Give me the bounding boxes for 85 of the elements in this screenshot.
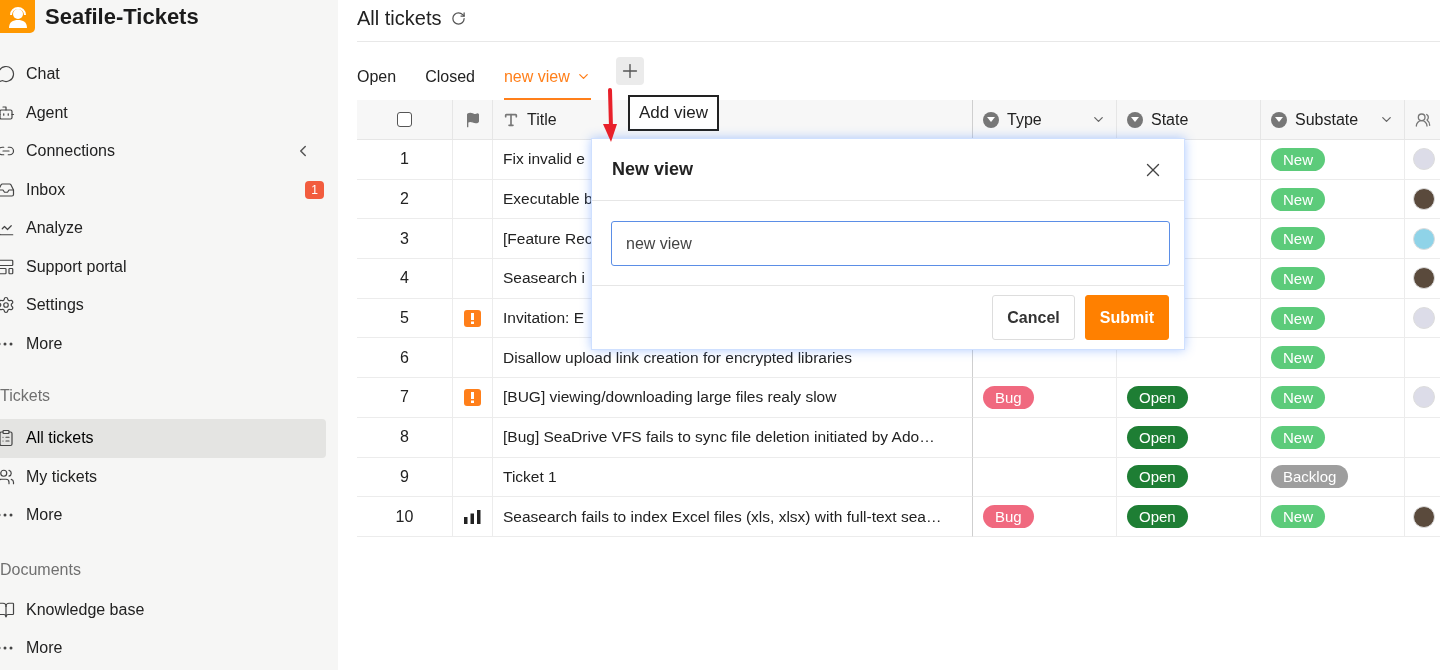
sidebar-item[interactable]: More — [0, 629, 326, 668]
column-header[interactable] — [453, 100, 493, 140]
status-tag: New — [1271, 505, 1325, 529]
arrow-annotation — [602, 88, 618, 142]
sidebar-item[interactable]: Agent — [0, 93, 326, 132]
row-number: 1 — [357, 140, 453, 180]
select-all-checkbox[interactable] — [397, 112, 412, 127]
column-header[interactable]: Type — [973, 100, 1117, 140]
status-tag: Open — [1127, 385, 1188, 409]
view-tab[interactable]: Closed — [425, 55, 475, 100]
sidebar-item[interactable]: All tickets — [0, 419, 326, 458]
app-title: Seafile-Tickets — [45, 3, 199, 30]
add-view-button[interactable] — [615, 57, 644, 85]
sidebar-item[interactable]: Knowledge base — [0, 590, 326, 629]
clipboard-icon — [0, 429, 15, 448]
status-tag: Bug — [983, 505, 1034, 529]
status-tag: Backlog — [1271, 465, 1349, 489]
row-number: 5 — [357, 298, 453, 339]
sidebar-item[interactable]: Connections — [0, 132, 326, 171]
sidebar-item[interactable]: Analyze — [0, 209, 326, 248]
ticket-title[interactable]: Fix invalid e — [503, 150, 585, 169]
exclamation-icon — [464, 309, 481, 327]
sidebar-item[interactable]: Inbox 1 — [0, 170, 326, 209]
cancel-button[interactable]: Cancel — [992, 295, 1075, 340]
row-number: 4 — [357, 259, 453, 299]
ticket-title[interactable]: Seasearch i — [503, 269, 585, 288]
status-tag: New — [1271, 306, 1325, 330]
status-tag: Open — [1127, 425, 1188, 449]
table-cell — [453, 140, 493, 180]
section-title: Documents — [0, 559, 82, 580]
row-number: 6 — [357, 338, 453, 379]
column-header[interactable]: Substate — [1261, 100, 1405, 140]
count-badge: 1 — [305, 180, 324, 199]
robot-icon — [0, 103, 15, 122]
window-icon — [0, 257, 15, 276]
sidebar-item[interactable]: More — [0, 324, 326, 363]
ticket-title[interactable]: Invitation: E — [503, 309, 584, 328]
ticket-title[interactable]: Seasearch fails to index Excel files (xls, xlsx) with full-text sea… — [503, 507, 942, 526]
page-title: All tickets — [357, 7, 442, 30]
select-type-icon — [1271, 111, 1287, 128]
row-number: 2 — [357, 179, 453, 220]
status-tag: New — [1271, 227, 1325, 251]
select-type-icon — [1127, 111, 1143, 128]
status-tag: Open — [1127, 505, 1188, 529]
tooltip: Add view — [628, 95, 719, 131]
view-tab[interactable]: Open — [357, 55, 397, 100]
sidebar-item[interactable]: Chat — [0, 55, 326, 94]
book-icon — [0, 600, 15, 619]
ticket-title[interactable]: Ticket 1 — [503, 467, 557, 486]
ticket-title[interactable]: [Bug] SeaDrive VFS fails to sync file deletion initiated by Ado… — [503, 428, 935, 447]
status-tag: New — [1271, 147, 1325, 171]
text-type-icon — [503, 111, 519, 128]
status-tag: New — [1271, 346, 1325, 370]
settings-icon — [0, 296, 15, 315]
row-number: 3 — [357, 219, 453, 260]
sidebar-item[interactable]: More — [0, 496, 326, 535]
section-title: Tickets — [0, 386, 52, 406]
column-header[interactable]: State — [1117, 100, 1261, 140]
sidebar-item[interactable]: Support portal — [0, 247, 326, 286]
ticket-title[interactable]: [BUG] viewing/downloading large files realy slow — [503, 388, 837, 407]
status-tag: Bug — [983, 385, 1034, 409]
row-number: 10 — [357, 497, 453, 537]
row-number: 7 — [357, 378, 453, 418]
flag-icon — [464, 111, 481, 128]
status-tag: New — [1271, 266, 1325, 290]
refresh-icon[interactable] — [451, 11, 467, 26]
ticket-title[interactable]: Disallow upload link creation for encrypted libraries — [503, 348, 852, 367]
sidebar-item[interactable]: My tickets — [0, 457, 326, 496]
exclamation-icon — [464, 388, 481, 406]
status-tag: New — [1271, 425, 1325, 449]
view-name-field[interactable]: new view — [611, 221, 1170, 266]
bars-icon — [464, 509, 481, 524]
chat-icon — [0, 65, 15, 84]
status-tag: New — [1271, 187, 1325, 211]
dialog-title: New view — [612, 159, 694, 180]
status-tag: New — [1271, 385, 1325, 409]
users-icon — [0, 467, 15, 486]
sidebar-item[interactable]: Settings — [0, 286, 326, 325]
row-number: 9 — [357, 457, 453, 498]
select-type-icon — [983, 111, 999, 128]
people-icon — [1415, 111, 1431, 128]
ticket-title[interactable]: [Feature Rec — [503, 229, 593, 248]
status-tag: Open — [1127, 465, 1188, 489]
row-number: 8 — [357, 417, 453, 458]
inbox-icon — [0, 180, 15, 199]
